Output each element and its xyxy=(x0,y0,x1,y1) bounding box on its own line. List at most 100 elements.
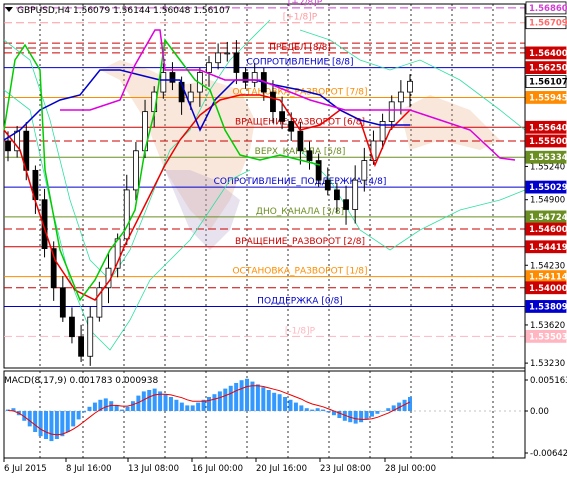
candle-body[interactable] xyxy=(343,199,349,210)
chart-window[interactable]: [+2/8]P[+1/8]PПРЕДЕЛ [8/8]СОПРОТИВЛЕНИЕ … xyxy=(0,0,567,478)
time-label: 23 Jul 08:00 xyxy=(320,464,371,474)
candle-body[interactable] xyxy=(407,80,413,93)
candle-body[interactable] xyxy=(306,150,313,161)
candle-body[interactable] xyxy=(242,72,249,83)
macd-bar xyxy=(92,402,97,411)
macd-bar xyxy=(234,383,239,411)
candle-body[interactable] xyxy=(324,179,331,191)
price-badge-label: 1.56400 xyxy=(529,49,567,59)
macd-bar xyxy=(33,411,38,432)
candle-body[interactable] xyxy=(133,150,139,191)
macd-bar xyxy=(386,408,391,411)
macd-bar xyxy=(408,397,412,411)
price-badge-label: 1.56107 xyxy=(529,78,567,88)
price-badge-label: 1.54114 xyxy=(529,273,567,283)
price-badge-label: 1.56250 xyxy=(529,64,567,74)
price-badge-label: 1.54419 xyxy=(529,243,567,253)
price-badge-label: 1.56860 xyxy=(529,4,567,14)
macd-bar xyxy=(217,391,222,411)
candle-body[interactable] xyxy=(224,52,231,55)
candle-body[interactable] xyxy=(160,72,167,93)
candle-body[interactable] xyxy=(279,111,285,122)
macd-bar xyxy=(223,388,228,411)
macd-bar xyxy=(369,411,374,417)
price-tick-label: 1.53620 xyxy=(530,321,565,331)
macd-axis-label: 0.005163 xyxy=(530,376,567,386)
price-badge-label: 1.55945 xyxy=(529,93,567,103)
macd-bar xyxy=(272,392,277,411)
murrey-level-label: ПОДДЕРЖКА [0/8] xyxy=(257,296,343,306)
candle-body[interactable] xyxy=(169,72,176,83)
macd-bar xyxy=(168,397,173,411)
murrey-level-label: ДНО_КАНАЛА [3/8] xyxy=(256,207,344,217)
macd-bar xyxy=(245,378,250,411)
price-badge-label: 1.55029 xyxy=(529,183,567,193)
macd-bar xyxy=(304,408,309,411)
macd-label: MACD(8,17,9) 0.001783 0.000938 xyxy=(4,376,159,386)
macd-bar xyxy=(76,411,81,420)
murrey-level-label: ВРАЩЕНИЕ_РАЗВОРОТ [2/8] xyxy=(235,237,365,247)
price-badge-label: 1.54000 xyxy=(529,284,567,294)
murrey-level-label: ОСТАНОВКА_РАЗВОРОТ [1/8] xyxy=(232,267,367,277)
candle-body[interactable] xyxy=(233,52,240,73)
candle-body[interactable] xyxy=(334,189,340,201)
macd-bar xyxy=(44,411,49,439)
macd-bar xyxy=(364,411,369,420)
candle-body[interactable] xyxy=(297,130,304,152)
macd-bar xyxy=(212,394,217,411)
macd-bar xyxy=(266,390,271,411)
candle-body[interactable] xyxy=(69,316,75,338)
time-label: 8 Jul 16:00 xyxy=(66,464,112,474)
macd-bar xyxy=(288,399,293,411)
price-badge-label: 1.53503 xyxy=(529,332,567,342)
candle-body[interactable] xyxy=(5,140,11,152)
candle-body[interactable] xyxy=(370,140,377,161)
time-label: 16 Jul 00:00 xyxy=(192,464,243,474)
macd-bar xyxy=(277,394,282,411)
macd-bar xyxy=(239,380,244,411)
macd-bar xyxy=(283,397,288,411)
price-tick-label: 1.53230 xyxy=(530,359,565,369)
macd-bar xyxy=(65,411,70,432)
macd-bar xyxy=(60,411,65,437)
macd-bar xyxy=(299,405,304,411)
macd-bar xyxy=(163,394,168,411)
candle-body[interactable] xyxy=(388,101,395,122)
candle-body[interactable] xyxy=(187,91,194,103)
candle-body[interactable] xyxy=(78,336,84,357)
candle-body[interactable] xyxy=(288,121,295,132)
macd-bar xyxy=(103,398,108,411)
macd-bar xyxy=(114,405,119,411)
macd-bar xyxy=(87,406,92,411)
candle-body[interactable] xyxy=(270,91,276,113)
candle-body[interactable] xyxy=(206,62,212,73)
candle-body[interactable] xyxy=(87,316,94,357)
macd-bar xyxy=(190,405,195,411)
macd-bar xyxy=(293,402,298,411)
chart-header: GBPUSD,H4 1.56079 1.56144 1.56048 1.5610… xyxy=(5,6,230,16)
candle-body[interactable] xyxy=(215,52,222,64)
macd-bar xyxy=(174,399,179,411)
time-label: 13 Jul 08:00 xyxy=(128,464,179,474)
macd-bar xyxy=(141,391,146,411)
price-badge-label: 1.55334 xyxy=(529,153,567,163)
candle-body[interactable] xyxy=(352,179,359,210)
price-badge-label: 1.56709 xyxy=(529,19,567,29)
candle-body[interactable] xyxy=(397,91,404,103)
candle-body[interactable] xyxy=(361,160,368,181)
macd-bar xyxy=(228,385,233,411)
macd-bar xyxy=(27,411,32,427)
macd-bar xyxy=(255,384,260,411)
price-badge-label: 1.54724 xyxy=(529,213,567,223)
symbol-info: GBPUSD,H4 1.56079 1.56144 1.56048 1.5610… xyxy=(17,6,230,16)
time-label: 28 Jul 00:00 xyxy=(385,464,436,474)
price-badge-label: 1.55500 xyxy=(529,137,567,147)
macd-bar xyxy=(196,402,201,411)
candle-body[interactable] xyxy=(123,189,130,240)
candle-body[interactable] xyxy=(59,287,66,318)
murrey-level-label: [-1/8]P xyxy=(285,326,316,336)
murrey-level-label: СОПРОТИВЛЕНИЕ [8/8] xyxy=(246,58,353,68)
macd-bar xyxy=(147,390,152,411)
macd-axis-label: 0.00 xyxy=(530,407,549,417)
time-label: 20 Jul 16:00 xyxy=(256,464,307,474)
